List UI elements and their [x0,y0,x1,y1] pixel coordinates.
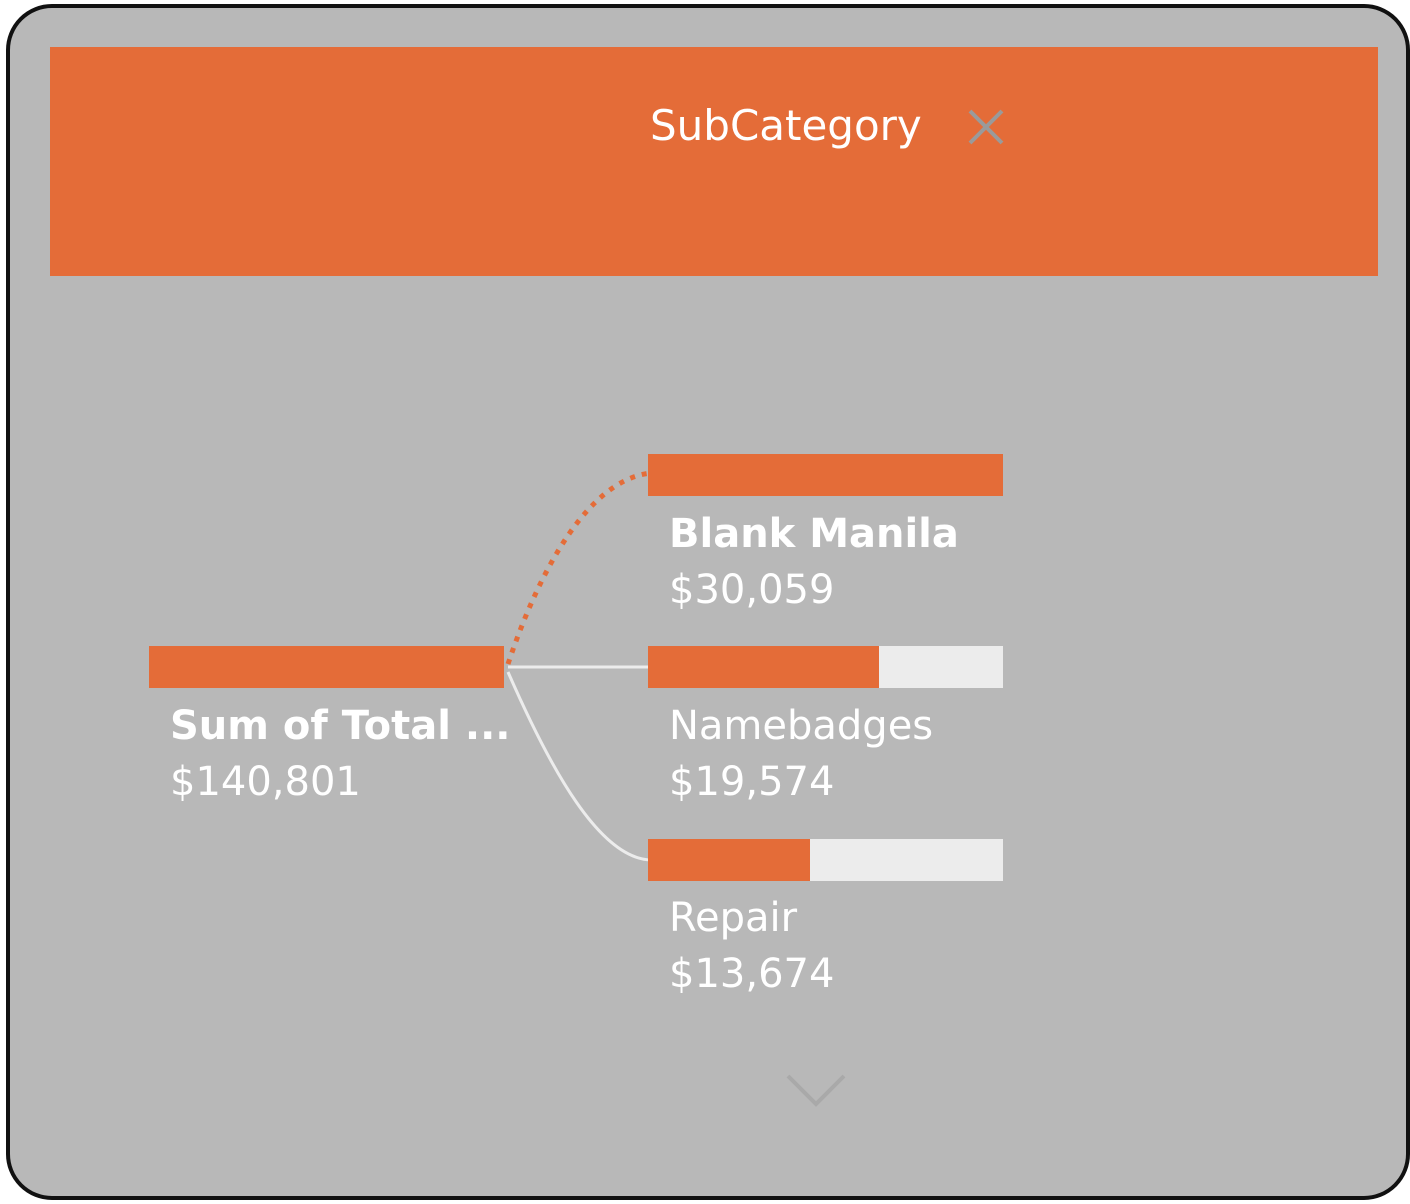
child-bar [648,839,1003,881]
child-bar-fill [648,839,810,881]
child-bar [648,646,1003,688]
root-value: $140,801 [170,759,361,805]
chevron-down-icon[interactable] [780,1070,852,1114]
level-header: SubCategory [50,47,1378,276]
connector-blank-manila [505,470,653,665]
child-label: Blank Manila [669,511,959,557]
child-bar-fill [648,646,880,688]
root-label: Sum of Total ... [170,703,511,749]
connector-repair [506,671,653,862]
child-label: Repair [669,895,798,941]
child-label: Namebadges [669,703,934,749]
child-bar [648,454,1003,496]
child-value: $30,059 [669,567,835,613]
child-bar-fill [648,454,1003,496]
child-value: $19,574 [669,759,835,805]
child-value: $13,674 [669,951,835,997]
decomposition-tree-visual: SubCategory Sum of Total ... $140,801 Bl… [6,4,1410,1200]
root-bar [149,646,504,688]
level-title: SubCategory [650,101,922,150]
close-icon[interactable] [966,107,1006,147]
root-bar-fill [149,646,504,688]
